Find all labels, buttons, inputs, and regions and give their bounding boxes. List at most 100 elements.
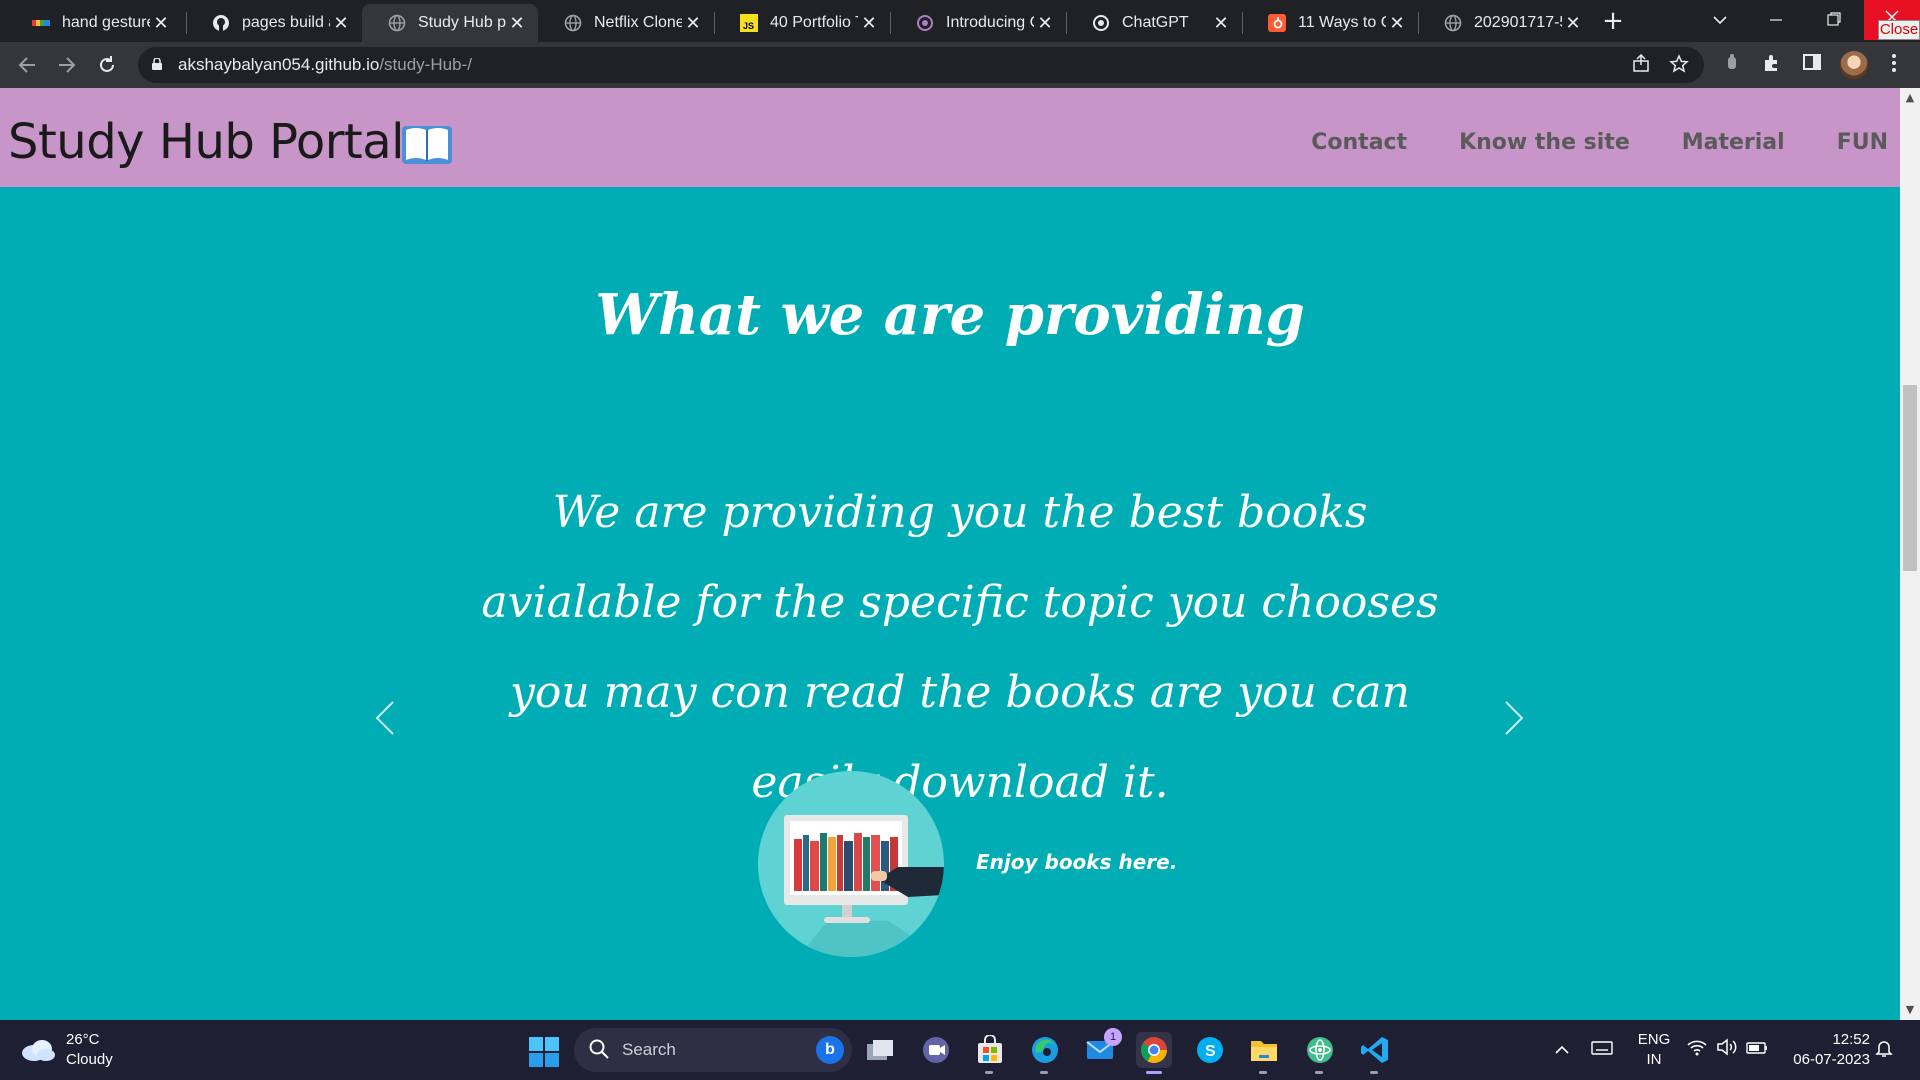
mail-icon[interactable]: 1 [1082, 1028, 1122, 1068]
microsoft-store-icon[interactable] [972, 1032, 1008, 1074]
kebab-menu-icon[interactable] [1882, 53, 1906, 77]
tab-11-ways[interactable]: 11 Ways to Ce ✕ [1242, 4, 1418, 42]
github-icon [212, 14, 230, 32]
profile-avatar[interactable] [1840, 51, 1868, 79]
nav-know-the-site[interactable]: Know the site [1459, 130, 1630, 155]
tab-close-icon[interactable]: ✕ [1386, 13, 1408, 34]
url-host: akshaybalyan054.github.io [178, 55, 380, 74]
clock-time: 12:52 [1832, 1031, 1870, 1048]
close-tooltip: Close [1878, 20, 1920, 40]
chrome-icon[interactable] [1136, 1032, 1172, 1074]
taskbar-search[interactable]: Search b [574, 1028, 852, 1072]
forward-arrow-icon[interactable] [52, 50, 82, 80]
bing-icon[interactable]: b [816, 1036, 844, 1064]
tab-close-icon[interactable]: ✕ [150, 13, 172, 34]
tab-label: 202901717-58 [1474, 14, 1562, 31]
nav-contact[interactable]: Contact [1311, 130, 1407, 155]
tab-label: pages build ar [242, 14, 330, 31]
restore-icon[interactable] [1806, 0, 1862, 40]
tab-label: 11 Ways to Ce [1298, 14, 1386, 31]
tab-chatgpt[interactable]: ChatGPT ✕ [1066, 4, 1242, 42]
lock-icon[interactable] [152, 58, 162, 70]
keyboard-icon[interactable] [1590, 1038, 1614, 1062]
tab-202901717[interactable]: 202901717-58 ✕ [1418, 4, 1594, 42]
site-logo[interactable]: Study Hub Portal [8, 114, 405, 170]
openai-icon [1092, 14, 1110, 32]
side-panel-icon[interactable] [1800, 53, 1824, 77]
language-line2: IN [1646, 1051, 1662, 1068]
rainbow-line-icon [32, 14, 50, 32]
section-title: What we are providing [595, 282, 1305, 348]
section-description: We are providing you the best books avia… [481, 487, 1439, 808]
speaker-icon[interactable] [1715, 1038, 1739, 1062]
tab-netflix-clone[interactable]: Netflix Clone ✕ [538, 4, 714, 42]
nav-material[interactable]: Material [1682, 130, 1785, 155]
skype-icon[interactable]: S [1192, 1032, 1228, 1068]
notification-bell-icon[interactable] [1872, 1038, 1896, 1062]
back-arrow-icon[interactable] [12, 50, 42, 80]
globe-icon [388, 14, 406, 32]
chevron-left-icon[interactable] [373, 698, 397, 738]
browser-toolbar: akshaybalyan054.github.io/study-Hub-/ [0, 42, 1920, 88]
tab-label: 40 Portfolio Te [770, 14, 858, 31]
tab-close-icon[interactable]: ✕ [506, 13, 528, 34]
bookmark-star-icon[interactable] [1668, 54, 1690, 76]
tab-introducing[interactable]: Introducing Cl ✕ [890, 4, 1066, 42]
open-book-icon [402, 126, 452, 164]
nav-fun[interactable]: FUN [1837, 130, 1888, 155]
file-explorer-icon[interactable] [1246, 1032, 1282, 1074]
task-view-icon[interactable] [862, 1032, 898, 1068]
tab-close-icon[interactable]: ✕ [1210, 13, 1232, 34]
edge-browser-icon[interactable] [1027, 1032, 1063, 1074]
search-icon [589, 1039, 609, 1059]
windows-start-icon[interactable] [528, 1036, 560, 1068]
scroll-up-icon[interactable]: ▲ [1900, 90, 1920, 106]
reload-icon[interactable] [92, 50, 122, 80]
chevron-up-icon[interactable] [1550, 1038, 1574, 1062]
language-line1: ENG [1637, 1031, 1671, 1048]
tab-study-hub[interactable]: Study Hub por ✕ [362, 4, 538, 42]
tab-close-icon[interactable]: ✕ [330, 13, 352, 34]
weather-temp: 26°C [66, 1031, 100, 1048]
extensions-puzzle-icon[interactable] [1760, 53, 1784, 77]
tab-portfolio[interactable]: JS 40 Portfolio Te ✕ [714, 4, 890, 42]
minimize-icon[interactable] [1748, 0, 1804, 40]
tab-close-icon[interactable]: ✕ [1034, 13, 1056, 34]
tab-hand-gesture[interactable]: hand gesture ✕ [6, 4, 182, 42]
battery-icon[interactable] [1745, 1038, 1769, 1062]
chevron-right-icon[interactable] [1502, 698, 1526, 738]
svg-text:JS: JS [743, 21, 754, 31]
atom-app-icon[interactable] [1302, 1032, 1338, 1074]
windows-taskbar: 26°C Cloudy Search b 1 S ENG IN 12:52 06… [0, 1020, 1920, 1080]
tab-close-icon[interactable]: ✕ [1562, 13, 1584, 34]
vscode-icon[interactable] [1357, 1032, 1393, 1074]
url-text[interactable]: akshaybalyan054.github.io/study-Hub-/ [178, 55, 472, 75]
address-bar[interactable]: akshaybalyan054.github.io/study-Hub-/ [138, 47, 1704, 83]
url-path: /study-Hub-/ [379, 55, 472, 74]
extension-badge-icon[interactable] [1720, 53, 1744, 77]
tab-close-icon[interactable]: ✕ [858, 13, 880, 34]
svg-text:S: S [1205, 1043, 1216, 1060]
system-clock[interactable]: 12:52 06-07-2023 [1780, 1030, 1870, 1070]
browser-tab-strip: hand gesture ✕ pages build ar ✕ Study Hu… [0, 0, 1920, 42]
books-illustration [758, 771, 944, 957]
tab-pages-build[interactable]: pages build ar ✕ [186, 4, 362, 42]
weather-condition: Cloudy [66, 1051, 113, 1068]
monitor-books-image [784, 815, 944, 957]
tab-label: ChatGPT [1122, 14, 1189, 31]
search-label: Search [622, 1040, 676, 1059]
weather-widget[interactable]: 26°C Cloudy [20, 1030, 113, 1070]
wifi-icon[interactable] [1685, 1038, 1709, 1062]
scroll-down-icon[interactable]: ▼ [1900, 1002, 1920, 1018]
new-tab-button[interactable]: + [1598, 6, 1628, 36]
mail-badge: 1 [1104, 1028, 1122, 1046]
share-icon[interactable] [1630, 53, 1652, 76]
teams-chat-icon[interactable] [918, 1032, 954, 1068]
openai-icon [916, 14, 934, 32]
scrollbar-thumb[interactable] [1903, 385, 1917, 571]
tab-close-icon[interactable]: ✕ [682, 13, 704, 34]
globe-icon [564, 14, 582, 32]
language-indicator[interactable]: ENG IN [1634, 1030, 1674, 1070]
cloud-icon [22, 1040, 55, 1061]
tab-search-icon[interactable] [1692, 0, 1748, 40]
